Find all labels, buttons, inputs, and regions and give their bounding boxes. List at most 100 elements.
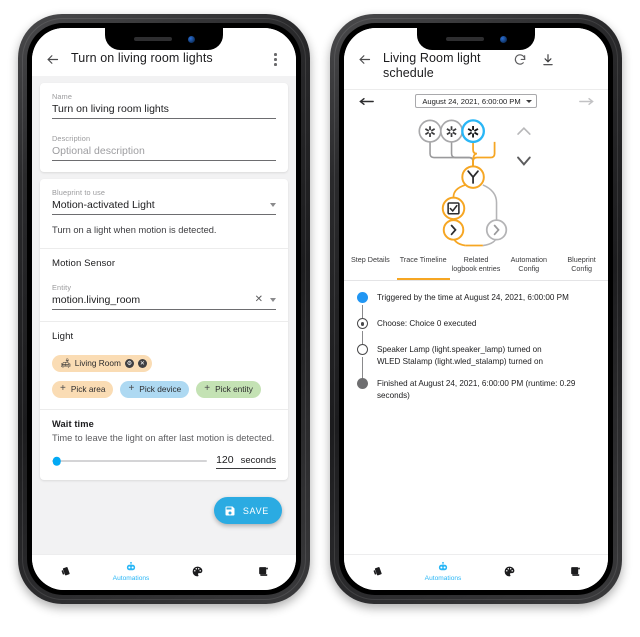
motion-sensor-section: Motion Sensor Entity motion.living_room … — [40, 247, 288, 321]
tab-step-details[interactable]: Step Details — [344, 250, 397, 281]
left-scroll-body[interactable]: Name Turn on living room lights Descript… — [32, 76, 296, 554]
refresh-icon[interactable] — [510, 50, 529, 69]
wait-time-unit: seconds — [240, 454, 276, 466]
left-bottom-nav: Automations — [32, 554, 296, 590]
save-button[interactable]: SAVE — [213, 497, 282, 524]
light-section: Light 🛋 Living Room ⚙ ✕ + Pick area + Pi… — [40, 320, 288, 409]
timeline-line: WLED Stalamp (light.wled_stalamp) turned… — [377, 357, 543, 367]
pick-device-label: Pick device — [139, 384, 182, 395]
wait-time-value: 120 — [216, 453, 234, 466]
trace-date-value: August 24, 2021, 6:00:00 PM — [422, 96, 521, 106]
nav-logbook[interactable] — [550, 565, 600, 578]
chevron-up-icon — [517, 126, 531, 135]
timeline-entry: Triggered by the time at August 24, 2021… — [355, 291, 597, 320]
overflow-menu-icon[interactable] — [266, 50, 285, 69]
blueprint-label: Blueprint to use — [52, 188, 106, 197]
nav-themes[interactable] — [172, 565, 222, 578]
trigger-node-2: ✲ — [439, 119, 464, 143]
tab-related-logbook-entries[interactable]: Related logbook entries — [450, 250, 503, 281]
timeline-line: Triggered by the time at August 24, 2021… — [377, 293, 569, 303]
earpiece-speaker — [133, 37, 172, 41]
tab-automation-config[interactable]: Automation Config — [502, 250, 555, 281]
timeline-line: seconds) — [377, 391, 410, 401]
selected-area-label: Living Room — [74, 358, 121, 369]
save-disk-icon — [225, 506, 235, 515]
arrow-right-icon[interactable] — [575, 95, 595, 107]
action-node-1 — [442, 218, 465, 241]
trace-date-select[interactable]: August 24, 2021, 6:00:00 PM — [415, 94, 537, 109]
timeline-line: Speaker Lamp (light.speaker_lamp) turned… — [377, 345, 542, 355]
left-phone-screen: Turn on living room lights Name Turn on … — [32, 28, 296, 590]
notch — [105, 28, 223, 50]
trace-graph[interactable]: ✲ ✲ ✲ — [344, 112, 608, 250]
nav-automations[interactable]: Automations — [418, 561, 468, 582]
trigger-node-1: ✲ — [418, 119, 442, 143]
back-arrow-icon[interactable] — [43, 50, 62, 69]
clear-x-icon[interactable]: ✕ — [255, 294, 263, 305]
blueprint-value: Motion-activated Light — [52, 199, 155, 211]
chevron-down-icon[interactable] — [270, 297, 276, 302]
picker-chips: + Pick area + Pick device + Pick entity — [52, 380, 276, 398]
light-title: Light — [52, 330, 74, 342]
chevron-down-icon — [525, 99, 532, 103]
plus-icon: + — [128, 383, 135, 395]
tab-trace-timeline[interactable]: Trace Timeline — [396, 250, 450, 281]
action-node-2 — [485, 218, 508, 241]
name-input[interactable]: Turn on living room lights — [52, 103, 276, 119]
palette-icon — [504, 566, 514, 576]
pick-entity-label: Pick entity — [215, 384, 253, 395]
wait-time-title: Wait time — [52, 418, 94, 429]
blueprint-select[interactable]: Motion-activated Light — [52, 199, 276, 215]
name-section: Name Turn on living room lights — [40, 83, 288, 130]
wait-time-control: 120 seconds — [52, 454, 276, 469]
robot-icon — [438, 561, 448, 570]
tilted-panel-icon — [61, 566, 70, 575]
plus-icon: + — [60, 383, 66, 395]
pick-area-label: Pick area — [70, 384, 106, 395]
scroll-icon — [258, 566, 268, 576]
download-icon[interactable] — [538, 50, 557, 69]
basic-info-card: Name Turn on living room lights Descript… — [40, 83, 288, 172]
pick-area-chip[interactable]: + Pick area — [52, 380, 114, 398]
plus-icon: + — [204, 383, 211, 395]
nav-automations-label: Automations — [112, 574, 150, 582]
svg-text:✲: ✲ — [424, 124, 436, 141]
description-input[interactable]: Optional description — [52, 145, 276, 161]
nav-automations[interactable]: Automations — [106, 561, 156, 582]
left-phone-frame: Turn on living room lights Name Turn on … — [18, 14, 310, 604]
wait-time-value-field[interactable]: 120 seconds — [216, 454, 276, 469]
nav-themes[interactable] — [484, 565, 534, 578]
settings-dot-icon[interactable]: ⚙ — [124, 358, 134, 368]
timeline-bullet-actions — [357, 344, 368, 356]
back-arrow-icon[interactable] — [355, 50, 374, 69]
chevron-down-icon — [517, 156, 531, 166]
trace-tabs: Step Details Trace Timeline Related logb… — [344, 249, 608, 282]
left-phone-bezel: Turn on living room lights Name Turn on … — [27, 23, 301, 595]
description-section: Description Optional description — [40, 130, 288, 172]
nav-logbook[interactable] — [238, 565, 288, 578]
scroll-icon — [570, 566, 580, 576]
selected-targets: 🛋 Living Room ⚙ ✕ — [52, 354, 276, 372]
nav-overview[interactable] — [352, 565, 402, 578]
condition-node — [441, 196, 466, 220]
trace-timeline-panel: Triggered by the time at August 24, 2021… — [344, 281, 608, 554]
timeline-bullet-triggered — [357, 292, 368, 304]
earpiece-speaker — [445, 37, 484, 41]
trace-date-bar: August 24, 2021, 6:00:00 PM — [344, 88, 608, 113]
selected-area-chip[interactable]: 🛋 Living Room ⚙ ✕ — [52, 354, 152, 372]
arrow-left-icon[interactable] — [357, 95, 377, 107]
entity-input[interactable]: motion.living_room ✕ — [52, 294, 276, 310]
wait-time-slider[interactable] — [52, 456, 208, 466]
pick-device-chip[interactable]: + Pick device — [120, 380, 190, 398]
front-camera — [187, 35, 195, 43]
pick-entity-chip[interactable]: + Pick entity — [196, 380, 261, 398]
remove-circle-icon[interactable]: ✕ — [137, 358, 147, 368]
slider-knob[interactable] — [52, 456, 61, 466]
trigger-node-3: ✲ — [461, 118, 485, 143]
timeline-entry: Speaker Lamp (light.speaker_lamp) turned… — [355, 343, 597, 380]
timeline-line: Finished at August 24, 2021, 6:00:00 PM … — [377, 379, 576, 389]
trace-page-title: Living Room light schedule — [383, 51, 481, 81]
description-label: Description — [52, 134, 91, 143]
tab-blueprint-config[interactable]: Blueprint Config — [555, 250, 608, 281]
nav-overview[interactable] — [40, 565, 90, 578]
